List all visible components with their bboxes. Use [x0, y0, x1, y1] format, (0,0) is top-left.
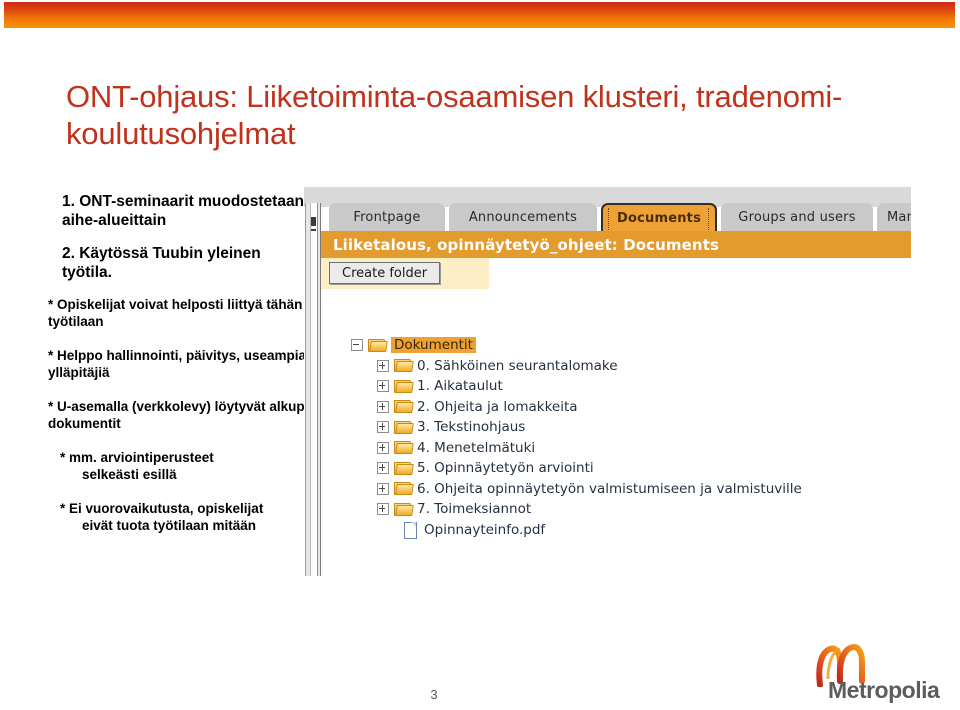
tree-node-label: 0. Sähköinen seurantalomake [417, 357, 618, 374]
folder-icon [394, 482, 414, 496]
document-tree: Dokumentit 0. Sähköinen seurantalomake 1. … [351, 335, 911, 540]
expand-icon[interactable] [377, 441, 389, 454]
expand-icon[interactable] [377, 482, 389, 495]
tab-documents[interactable]: Documents [601, 203, 717, 231]
bullet-item-7-line1: * Ei vuorovaikutusta, opiskelijat [60, 501, 264, 516]
tab-groups-and-users[interactable]: Groups and users [721, 203, 873, 231]
tab-documents-dotted-right [708, 208, 710, 230]
create-folder-label: Create folder [342, 265, 428, 281]
folder-icon [394, 400, 414, 414]
tree-node-label: Opinnayteinfo.pdf [424, 521, 546, 538]
tab-frontpage[interactable]: Frontpage [329, 203, 445, 231]
bullet-item-6-line1: * mm. arviointiperusteet [60, 450, 214, 465]
tab-documents-dotted-left [608, 208, 610, 230]
documents-toolbar: Create folder [321, 258, 489, 289]
tree-node[interactable]: 1. Aikataulut [351, 376, 911, 397]
pdf-file-icon [403, 521, 417, 539]
tab-management[interactable]: Managem [877, 203, 911, 231]
tree-node[interactable]: Opinnayteinfo.pdf [351, 520, 911, 541]
page-title: ONT-ohjaus: Liiketoiminta-osaamisen klus… [66, 79, 843, 151]
create-folder-button[interactable]: Create folder [329, 262, 441, 284]
browser-scrollbar-thumb[interactable] [311, 217, 316, 226]
tree-node[interactable]: 5. Opinnäytetyön arviointi [351, 458, 911, 479]
bullet-item-7: * Ei vuorovaikutusta, opiskelijat eivät … [48, 500, 310, 534]
bullet-item-2: 2. Käytössä Tuubin yleinen työtila. [62, 245, 261, 281]
folder-icon [394, 461, 414, 475]
folder-icon [394, 441, 414, 455]
embedded-screenshot: Frontpage Announcements Documents Groups… [304, 187, 911, 576]
bullet-item-6: * mm. arviointiperusteet selkeästi esill… [48, 449, 310, 483]
bullet-item-1: 1. ONT-seminaarit muodostetaan aihe-alue… [62, 193, 305, 229]
tree-node[interactable]: 2. Ohjeita ja lomakkeita [351, 397, 911, 418]
expand-icon[interactable] [377, 421, 389, 434]
tree-node[interactable]: 7. Toimeksiannot [351, 499, 911, 520]
tree-node-label: 4. Menetelmätuki [417, 439, 536, 456]
tab-documents-label: Documents [616, 210, 702, 226]
breadcrumb-label: Liiketalous, opinnäytetyö_ohjeet: Docume… [333, 235, 720, 254]
tree-node-label: 5. Opinnäytetyön arviointi [417, 460, 594, 477]
top-accent-bar [4, 2, 955, 28]
bullet-item-6-line2: selkeästi esillä [82, 467, 177, 482]
tree-node-label: 2. Ohjeita ja lomakkeita [417, 398, 578, 415]
tree-node-label: 7. Toimeksiannot [417, 501, 532, 518]
page-number: 3 [430, 687, 438, 702]
expand-icon[interactable] [377, 359, 389, 372]
bullet-list: 1. ONT-seminaarit muodostetaan aihe-alue… [48, 192, 310, 551]
tab-announcements[interactable]: Announcements [449, 203, 597, 231]
tab-frontpage-label: Frontpage [353, 209, 421, 225]
folder-icon [394, 379, 414, 393]
browser-scrollbar-tick [311, 229, 316, 231]
expand-icon[interactable] [377, 503, 389, 516]
tree-node-label: Dokumentit [391, 337, 476, 354]
tree-node[interactable]: 0. Sähköinen seurantalomake [351, 356, 911, 377]
bullet-item-3: * Opiskelijat voivat helposti liittyä tä… [48, 297, 303, 329]
breadcrumb: Liiketalous, opinnäytetyö_ohjeet: Docume… [321, 231, 911, 258]
expand-icon[interactable] [377, 462, 389, 475]
tab-groups-and-users-label: Groups and users [738, 209, 856, 225]
folder-icon [394, 359, 414, 373]
metropolia-wordmark: Metropolia [828, 677, 940, 703]
tree-node-label: 1. Aikataulut [417, 378, 503, 395]
tree-node-label: 3. Tekstinohjaus [417, 419, 526, 436]
tree-node[interactable]: 3. Tekstinohjaus [351, 417, 911, 438]
bullet-item-5: * U-asemalla (verkkolevy) löytyvät alkup… [48, 399, 309, 431]
tab-management-label: Managem [887, 209, 911, 225]
tree-node-label: 6. Ohjeita opinnäytetyön valmistumiseen … [417, 480, 802, 497]
folder-icon [394, 420, 414, 434]
browser-scrollbar-track[interactable] [310, 203, 318, 576]
collapse-icon[interactable] [351, 339, 363, 352]
tree-node[interactable]: 4. Menetelmätuki [351, 438, 911, 459]
bullet-item-4: * Helppo hallinnointi, päivitys, useampi… [48, 348, 307, 380]
browser-content: Frontpage Announcements Documents Groups… [321, 187, 911, 576]
expand-icon[interactable] [377, 380, 389, 393]
tab-announcements-label: Announcements [468, 209, 578, 225]
tab-bar: Frontpage Announcements Documents Groups… [321, 203, 911, 231]
folder-icon [394, 502, 414, 516]
tree-node[interactable]: Dokumentit [351, 335, 911, 356]
tree-node[interactable]: 6. Ohjeita opinnäytetyön valmistumiseen … [351, 479, 911, 500]
metropolia-logo: Metropolia [806, 641, 942, 703]
expand-icon[interactable] [377, 400, 389, 413]
bullet-item-7-line2: eivät tuota työtilaan mitään [82, 518, 257, 533]
folder-icon [368, 338, 388, 352]
browser-scrollbar[interactable] [305, 203, 321, 576]
